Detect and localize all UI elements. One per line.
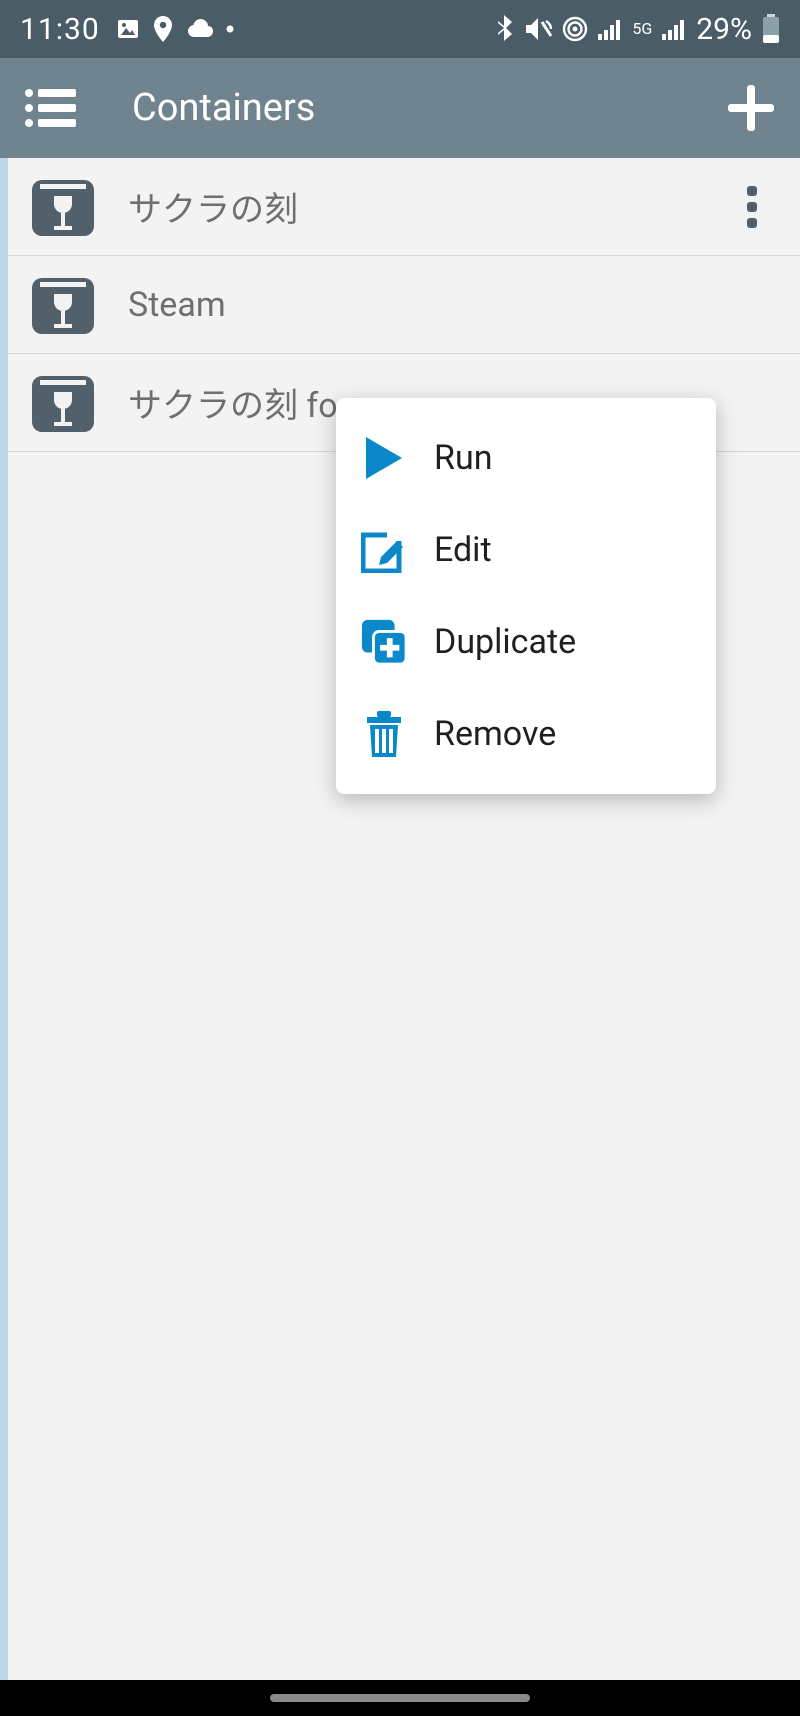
trash-icon bbox=[360, 710, 408, 758]
network-5g-label: 5G bbox=[632, 21, 652, 37]
signal-icon-1 bbox=[598, 18, 622, 40]
menu-run-label: Run bbox=[434, 438, 492, 478]
add-container-button[interactable] bbox=[726, 83, 776, 133]
side-accent bbox=[0, 158, 8, 1680]
location-icon bbox=[152, 16, 174, 42]
mute-icon bbox=[524, 16, 552, 42]
status-left: 11:30 bbox=[20, 12, 234, 47]
gallery-icon bbox=[116, 17, 140, 41]
edit-icon bbox=[360, 526, 408, 574]
status-right: 5G 29% bbox=[496, 12, 780, 47]
system-nav-bar bbox=[0, 1680, 800, 1716]
wine-container-icon bbox=[30, 370, 96, 436]
play-icon bbox=[360, 434, 408, 482]
menu-duplicate-label: Duplicate bbox=[434, 622, 576, 662]
menu-run[interactable]: Run bbox=[336, 412, 716, 504]
menu-duplicate[interactable]: Duplicate bbox=[336, 596, 716, 688]
menu-remove[interactable]: Remove bbox=[336, 688, 716, 780]
cloud-icon bbox=[186, 19, 214, 39]
menu-edit[interactable]: Edit bbox=[336, 504, 716, 596]
container-more-button[interactable] bbox=[722, 186, 782, 228]
page-title: Containers bbox=[132, 86, 315, 130]
bluetooth-icon bbox=[496, 15, 514, 43]
context-menu: Run Edit bbox=[336, 398, 716, 794]
status-bar: 11:30 bbox=[0, 0, 800, 58]
gesture-pill[interactable] bbox=[270, 1694, 530, 1702]
battery-percent: 29% bbox=[696, 12, 752, 47]
app-bar: Containers bbox=[0, 58, 800, 158]
menu-remove-label: Remove bbox=[434, 714, 556, 754]
battery-icon bbox=[762, 14, 780, 44]
container-name: Steam bbox=[128, 285, 226, 325]
container-row[interactable]: サクラの刻 bbox=[0, 158, 800, 256]
menu-button[interactable] bbox=[24, 87, 76, 129]
dot-icon bbox=[226, 25, 234, 33]
screen: 11:30 bbox=[0, 0, 800, 1716]
menu-edit-label: Edit bbox=[434, 530, 492, 570]
wine-container-icon bbox=[30, 272, 96, 338]
signal-icon-2 bbox=[662, 18, 686, 40]
hotspot-icon bbox=[562, 16, 588, 42]
status-clock: 11:30 bbox=[20, 12, 100, 47]
wine-container-icon bbox=[30, 174, 96, 240]
content-area: サクラの刻 Steam bbox=[0, 158, 800, 1680]
container-row[interactable]: Steam bbox=[0, 256, 800, 354]
container-name: サクラの刻 bbox=[128, 182, 298, 231]
duplicate-icon bbox=[360, 618, 408, 666]
